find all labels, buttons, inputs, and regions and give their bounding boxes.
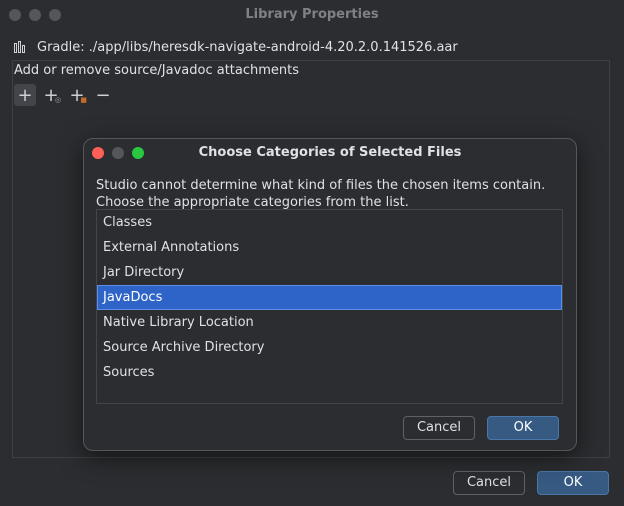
list-item-jar-directory[interactable]: Jar Directory xyxy=(97,260,562,285)
cancel-button[interactable]: Cancel xyxy=(453,471,525,495)
attachments-toolbar: + + ◎ + ■ − xyxy=(14,84,114,106)
window-title: Library Properties xyxy=(245,7,379,22)
remove-button[interactable]: − xyxy=(92,84,114,106)
library-path-row: Gradle: ./app/libs/heresdk-navigate-andr… xyxy=(14,38,458,56)
list-item-javadocs[interactable]: JavaDocs xyxy=(97,285,562,310)
dialog-ok-button[interactable]: OK xyxy=(487,416,559,440)
list-item-source-archive-directory[interactable]: Source Archive Directory xyxy=(97,335,562,360)
attachments-label: Add or remove source/Javadoc attachments xyxy=(14,63,300,78)
list-item-external-annotations[interactable]: External Annotations xyxy=(97,235,562,260)
remove-icon: − xyxy=(95,84,111,106)
library-path: Gradle: ./app/libs/heresdk-navigate-andr… xyxy=(37,39,458,55)
list-item-sources[interactable]: Sources xyxy=(97,360,562,385)
title-bar: Library Properties xyxy=(0,0,624,30)
add-attachment-button[interactable]: + ◎ xyxy=(40,84,62,106)
library-icon xyxy=(14,41,26,53)
list-item-classes[interactable]: Classes xyxy=(97,210,562,235)
add-file-button[interactable]: + ■ xyxy=(66,84,88,106)
dialog-message-line-1: Studio cannot determine what kind of fil… xyxy=(96,178,546,193)
dialog-message: Studio cannot determine what kind of fil… xyxy=(96,177,545,211)
dialog-cancel-button[interactable]: Cancel xyxy=(403,416,475,440)
categories-list[interactable]: Classes External Annotations Jar Directo… xyxy=(96,209,563,404)
add-icon: + xyxy=(17,84,33,106)
list-item-native-library-location[interactable]: Native Library Location xyxy=(97,310,562,335)
ok-button[interactable]: OK xyxy=(537,471,609,495)
add-button[interactable]: + xyxy=(14,84,36,106)
choose-categories-dialog: Choose Categories of Selected Files Stud… xyxy=(83,138,577,451)
dialog-title: Choose Categories of Selected Files xyxy=(198,145,462,160)
